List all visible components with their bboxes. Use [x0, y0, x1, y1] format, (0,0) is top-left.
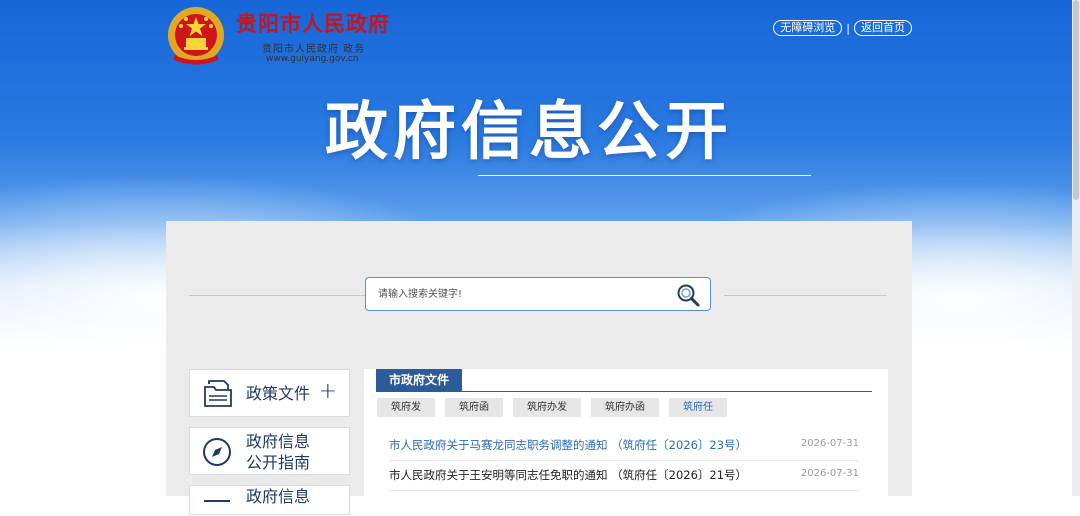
national-emblem-logo [168, 7, 224, 65]
scrollbar-thumb[interactable] [1073, 0, 1079, 200]
top-links-separator: | [846, 21, 850, 35]
subtab-bar: 筑府发 筑府函 筑府办发 筑府办函 筑府任 [377, 398, 727, 417]
list-item: 市人民政府关于王安明等同志任免职的通知 （筑府任〔2026〕21号） 2026-… [389, 461, 859, 491]
main-panel: 政策文件 + 政府信息 公开指南 政府信息 市政府文件 筑府发 筑府函 筑府办发… [166, 221, 912, 515]
search-divider-left [189, 295, 365, 296]
sidebar-item-label-line1: 政府信息 [246, 432, 311, 451]
compass-icon [203, 438, 231, 466]
title-underline [478, 175, 811, 176]
document-link[interactable]: 市人民政府关于王安明等同志任免职的通知 （筑府任〔2026〕21号） [389, 467, 747, 483]
section-tab-underline [376, 391, 872, 392]
subtab-zhufubanfa[interactable]: 筑府办发 [513, 398, 581, 417]
site-title: 贵阳市人民政府 [236, 11, 390, 36]
top-links: 无障碍浏览 | 返回首页 [773, 20, 912, 36]
subtab-zhufuhan[interactable]: 筑府函 [445, 398, 503, 417]
home-button[interactable]: 返回首页 [854, 20, 912, 36]
expand-plus-icon[interactable]: + [319, 381, 337, 403]
subtab-zhufufa[interactable]: 筑府发 [377, 398, 435, 417]
search-box [365, 277, 711, 311]
content-area: 市政府文件 筑府发 筑府函 筑府办发 筑府办函 筑府任 市人民政府关于马赛龙同志… [364, 369, 888, 496]
list-item: 市人民政府关于马赛龙同志职务调整的通知 （筑府任〔2026〕23号） 2026-… [389, 431, 859, 461]
page-title: 政府信息公开 [325, 95, 733, 168]
document-link[interactable]: 市人民政府关于马赛龙同志职务调整的通知 （筑府任〔2026〕23号） [389, 437, 747, 453]
accessibility-button[interactable]: 无障碍浏览 [773, 20, 843, 36]
sidebar-item-label: 政策文件 [246, 384, 311, 403]
folder-document-icon [204, 380, 232, 407]
sidebar-item-government-info[interactable]: 政府信息 [189, 485, 350, 515]
subtab-zhufubanhan[interactable]: 筑府办函 [591, 398, 659, 417]
scrollbar[interactable] [1072, 0, 1080, 496]
section-tab-city-documents[interactable]: 市政府文件 [376, 369, 463, 391]
search-divider-right [724, 295, 887, 296]
sidebar-item-label: 政府信息 [246, 487, 311, 506]
sidebar-item-policy-documents[interactable]: 政策文件 + [189, 369, 350, 417]
search-icon[interactable] [676, 283, 700, 307]
sidebar-item-disclosure-guide[interactable]: 政府信息 公开指南 [189, 427, 350, 475]
document-date: 2026-07-31 [800, 438, 859, 449]
site-url: www.guiyang.gov.cn [266, 54, 359, 64]
document-date: 2026-07-31 [800, 468, 859, 479]
sidebar-item-label-line2: 公开指南 [246, 453, 311, 472]
subtab-zhufuren[interactable]: 筑府任 [669, 398, 727, 417]
site-subtitle: 贵阳市人民政府 政务 [262, 44, 366, 55]
search-input[interactable] [378, 286, 668, 302]
